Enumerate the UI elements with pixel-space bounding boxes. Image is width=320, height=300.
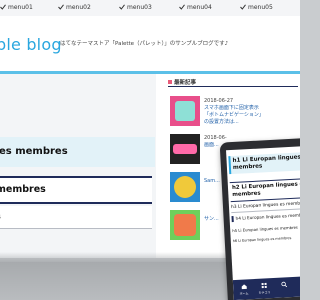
- nav-item-label: menu04: [187, 4, 212, 11]
- tablet-bottom-navigation: ホーム カテゴリ: [232, 275, 300, 300]
- nav-item-menu05[interactable]: menu05: [240, 3, 273, 13]
- thumbnail-graphic: [174, 214, 196, 236]
- bottom-nav-label: ホーム: [239, 291, 249, 296]
- square-bullet-icon: [168, 80, 172, 84]
- tablet-device: h1 Li Europan lingues es membres h2 Li E…: [219, 137, 300, 300]
- heading-h3-text: s: [0, 206, 1, 228]
- thumbnail-graphic: [173, 144, 197, 154]
- post-thumbnail[interactable]: [170, 134, 200, 164]
- search-icon[interactable]: [281, 281, 288, 288]
- nav-item-menu04[interactable]: menu04: [179, 3, 212, 13]
- post-thumbnail[interactable]: [170, 172, 200, 202]
- sidebar-recent-title: 最新記事: [168, 78, 196, 86]
- blog-tagline: はてなテーマストア「Palette（パレット）」のサンプルブログです♪: [60, 41, 229, 47]
- top-navigation: menu01 menu02 menu03 menu04 menu05: [0, 0, 300, 17]
- check-icon: [0, 4, 6, 10]
- nav-item-label: menu03: [127, 4, 152, 11]
- check-icon: [240, 4, 246, 10]
- post-thumbnail[interactable]: [170, 210, 200, 240]
- post-date: 2018-06-27: [204, 98, 234, 104]
- tablet-screen: h1 Li Europan lingues es membres h2 Li E…: [226, 145, 300, 300]
- sidebar-divider: [168, 86, 298, 87]
- home-icon[interactable]: [241, 283, 247, 290]
- heading-h1-sample: es membres: [0, 137, 155, 167]
- post-thumbnail[interactable]: [170, 96, 200, 126]
- check-icon: [119, 4, 125, 10]
- check-icon: [58, 4, 64, 10]
- post-title-link[interactable]: スマホ画面下に固定表示「ボトムナビゲーション」の設置方法は...: [204, 105, 264, 126]
- blog-header: ple blog はてなテーマストア「Palette（パレット）」のサンプルブロ…: [0, 16, 300, 70]
- tablet-heading-h4: h4 Li Europan lingues es membres: [231, 211, 300, 223]
- nav-item-menu03[interactable]: menu03: [119, 3, 152, 13]
- tablet-heading-h3: h3 Li Europan lingues es membres: [230, 199, 300, 214]
- tablet-heading-h5: h5 Li Europan lingues es membres: [232, 224, 298, 234]
- tablet-heading-h1: h1 Li Europan lingues es membres: [228, 151, 300, 175]
- tablet-heading-h2: h2 Li Europan lingues es membres: [229, 177, 300, 203]
- blog-logo-title[interactable]: ple blog: [0, 37, 62, 53]
- nav-item-label: menu02: [66, 4, 91, 11]
- heading-h2-text: membres: [0, 184, 46, 195]
- heading-h3-sample: s: [0, 206, 152, 229]
- nav-item-label: menu01: [8, 4, 33, 11]
- category-icon[interactable]: [261, 282, 267, 289]
- nav-item-label: menu05: [248, 4, 273, 11]
- check-icon: [179, 4, 185, 10]
- heading-h2-sample: membres: [0, 176, 152, 204]
- nav-item-menu01[interactable]: menu01: [0, 3, 33, 13]
- photo-stage: menu01 menu02 menu03 menu04 menu05 ple b…: [0, 0, 300, 300]
- bottom-nav-label: カテゴリ: [258, 290, 271, 295]
- tablet-heading-h6: h6 Li Europan lingues es membres: [232, 236, 292, 244]
- nav-item-menu02[interactable]: menu02: [58, 3, 91, 13]
- heading-h1-text: es membres: [0, 146, 68, 157]
- thumbnail-graphic: [174, 176, 196, 198]
- post-date: 2018-06-: [204, 135, 227, 141]
- thumbnail-graphic: [175, 101, 195, 121]
